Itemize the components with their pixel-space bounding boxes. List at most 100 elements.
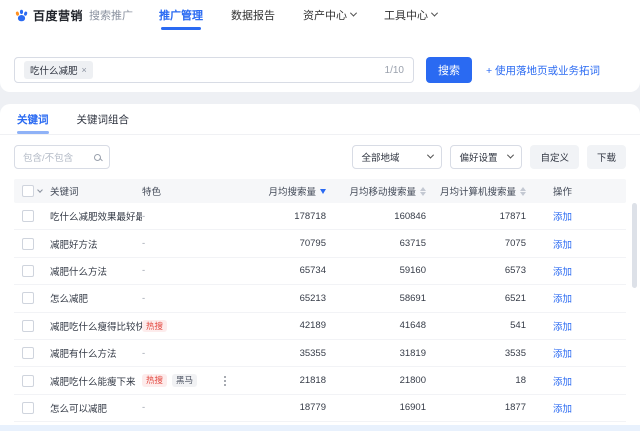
row-select-cell bbox=[14, 375, 50, 387]
avg-mobile-search-cell: 58691 bbox=[326, 293, 426, 304]
keyword-cell: 减肥有什么方法 bbox=[50, 346, 142, 360]
column-header-feature: 特色 bbox=[142, 184, 254, 198]
select-all-cell bbox=[14, 185, 50, 197]
feature-dash: - bbox=[142, 348, 145, 359]
feature-cell: 热搜黑马 bbox=[142, 374, 254, 387]
avg-search-volume-cell: 42189 bbox=[254, 320, 326, 331]
row-checkbox[interactable] bbox=[22, 402, 34, 414]
add-keyword-link[interactable]: 添加 bbox=[553, 294, 572, 305]
feature-cell: 热搜 bbox=[142, 320, 254, 333]
action-cell: 添加 bbox=[526, 319, 626, 333]
table-row: 减肥吃什么能瘦下来热搜黑马218182180018 添加 bbox=[14, 367, 626, 394]
table-row: 减肥什么方法-65734591606573添加 bbox=[14, 258, 626, 285]
avg-computer-search-cell: 6573 bbox=[426, 265, 526, 276]
action-cell: 添加 bbox=[526, 346, 626, 360]
table-row: 减肥吃什么瘦得比较快热搜 4218941648541 添加 bbox=[14, 313, 626, 340]
chevron-down-icon bbox=[507, 151, 514, 158]
top-navbar: 百度营销 搜索推广 推广管理 数据报告 资产中心 工具中心 bbox=[0, 0, 640, 30]
avg-computer-search-cell: 541 bbox=[426, 320, 526, 331]
keyword-cell: 减肥什么方法 bbox=[50, 264, 142, 278]
row-select-cell bbox=[14, 265, 50, 277]
keyword-cell: 减肥吃什么能瘦下来 bbox=[50, 374, 142, 388]
close-icon[interactable]: × bbox=[82, 65, 87, 75]
avg-search-volume-cell: 21818 bbox=[254, 375, 326, 386]
row-checkbox[interactable] bbox=[22, 265, 34, 277]
table-body: 吃什么减肥效果最好最快-17871816084617871添加减肥好方法-707… bbox=[14, 203, 626, 422]
avg-computer-search-cell: 3535 bbox=[426, 348, 526, 359]
avg-mobile-search-cell: 59160 bbox=[326, 265, 426, 276]
avg-mobile-search-cell: 16901 bbox=[326, 402, 426, 413]
add-keyword-link[interactable]: 添加 bbox=[553, 404, 572, 415]
row-select-cell bbox=[14, 292, 50, 304]
vertical-scrollbar[interactable] bbox=[632, 203, 637, 288]
brand: 百度营销 搜索推广 bbox=[14, 7, 133, 24]
add-keyword-link[interactable]: 添加 bbox=[553, 240, 572, 251]
avg-search-volume-cell: 18779 bbox=[254, 402, 326, 413]
avg-computer-search-cell: 6521 bbox=[426, 293, 526, 304]
keyword-tag: 吃什么减肥 × bbox=[24, 61, 93, 79]
action-cell: 添加 bbox=[526, 209, 626, 223]
feature-cell: - bbox=[142, 211, 254, 222]
search-button[interactable]: 搜索 bbox=[426, 57, 472, 83]
nav-item-promotion-management[interactable]: 推广管理 bbox=[159, 0, 203, 30]
select-all-checkbox[interactable] bbox=[22, 185, 34, 197]
nav-item-asset-center[interactable]: 资产中心 bbox=[303, 0, 356, 30]
row-select-cell bbox=[14, 402, 50, 414]
preference-settings-select[interactable]: 偏好设置 bbox=[450, 145, 522, 169]
brand-name: 百度营销 bbox=[33, 7, 83, 24]
row-checkbox[interactable] bbox=[22, 210, 34, 222]
add-keyword-link[interactable]: 添加 bbox=[553, 377, 572, 388]
action-cell: 添加 bbox=[526, 374, 626, 388]
more-options-icon[interactable] bbox=[224, 380, 226, 382]
baidu-paw-logo-icon bbox=[14, 8, 29, 23]
add-keyword-link[interactable]: 添加 bbox=[553, 322, 572, 333]
column-header-keyword: 关键词 bbox=[50, 184, 142, 198]
row-checkbox[interactable] bbox=[22, 238, 34, 250]
row-checkbox[interactable] bbox=[22, 347, 34, 359]
avg-computer-search-cell: 1877 bbox=[426, 402, 526, 413]
row-checkbox[interactable] bbox=[22, 320, 34, 332]
keyword-search-section: 吃什么减肥 × 1/10 搜索 + 使用落地页或业务拓词 bbox=[0, 30, 640, 92]
filter-row: 包含/不包含 全部地域 偏好设置 自定义 下载 bbox=[0, 135, 640, 179]
nav-item-data-report[interactable]: 数据报告 bbox=[231, 0, 275, 30]
feature-dash: - bbox=[142, 238, 145, 249]
avg-computer-search-cell: 17871 bbox=[426, 211, 526, 222]
column-header-avg-computer-search[interactable]: 月均计算机搜索量 bbox=[426, 184, 526, 198]
keyword-search-input[interactable]: 吃什么减肥 × 1/10 bbox=[14, 57, 414, 83]
row-select-cell bbox=[14, 210, 50, 222]
column-header-avg-mobile-search[interactable]: 月均移动搜索量 bbox=[326, 184, 426, 198]
avg-computer-search-cell: 18 bbox=[426, 375, 526, 386]
contain-filter-placeholder: 包含/不包含 bbox=[23, 150, 88, 164]
chevron-down-icon[interactable] bbox=[37, 187, 43, 193]
add-keyword-link[interactable]: 添加 bbox=[553, 212, 572, 223]
action-cell: 添加 bbox=[526, 264, 626, 278]
keyword-table: 关键词 特色 月均搜索量 月均移动搜索量 月均计算机搜索量 操作 吃什么减肥效果… bbox=[14, 179, 626, 422]
avg-mobile-search-cell: 41648 bbox=[326, 320, 426, 331]
result-tabs: 关键词 关键词组合 bbox=[0, 104, 640, 135]
tab-keyword-combos[interactable]: 关键词组合 bbox=[77, 104, 130, 134]
action-cell: 添加 bbox=[526, 237, 626, 251]
row-select-cell bbox=[14, 347, 50, 359]
nav-item-tool-center[interactable]: 工具中心 bbox=[384, 0, 437, 30]
column-header-avg-search[interactable]: 月均搜索量 bbox=[254, 184, 326, 198]
row-checkbox[interactable] bbox=[22, 292, 34, 304]
keyword-cell: 减肥好方法 bbox=[50, 237, 142, 251]
action-cell: 添加 bbox=[526, 401, 626, 415]
avg-mobile-search-cell: 21800 bbox=[326, 375, 426, 386]
table-row: 怎么可以减肥-18779169011877添加 bbox=[14, 395, 626, 422]
customize-button[interactable]: 自定义 bbox=[530, 145, 579, 169]
feature-dash: - bbox=[142, 211, 145, 222]
add-keyword-link[interactable]: 添加 bbox=[553, 267, 572, 278]
add-keyword-link[interactable]: 添加 bbox=[553, 349, 572, 360]
table-row: 减肥有什么方法-35355318193535添加 bbox=[14, 340, 626, 367]
hot-search-badge: 热搜 bbox=[142, 320, 167, 333]
download-button[interactable]: 下载 bbox=[587, 145, 626, 169]
landing-page-expand-link[interactable]: + 使用落地页或业务拓词 bbox=[486, 63, 600, 78]
tab-keywords[interactable]: 关键词 bbox=[17, 104, 49, 134]
row-checkbox[interactable] bbox=[22, 375, 34, 387]
region-select[interactable]: 全部地域 bbox=[352, 145, 442, 169]
table-row: 减肥好方法-70795637157075添加 bbox=[14, 230, 626, 257]
avg-search-volume-cell: 178718 bbox=[254, 211, 326, 222]
keyword-cell: 减肥吃什么瘦得比较快 bbox=[50, 319, 142, 333]
contain-filter-input[interactable]: 包含/不包含 bbox=[14, 145, 110, 169]
